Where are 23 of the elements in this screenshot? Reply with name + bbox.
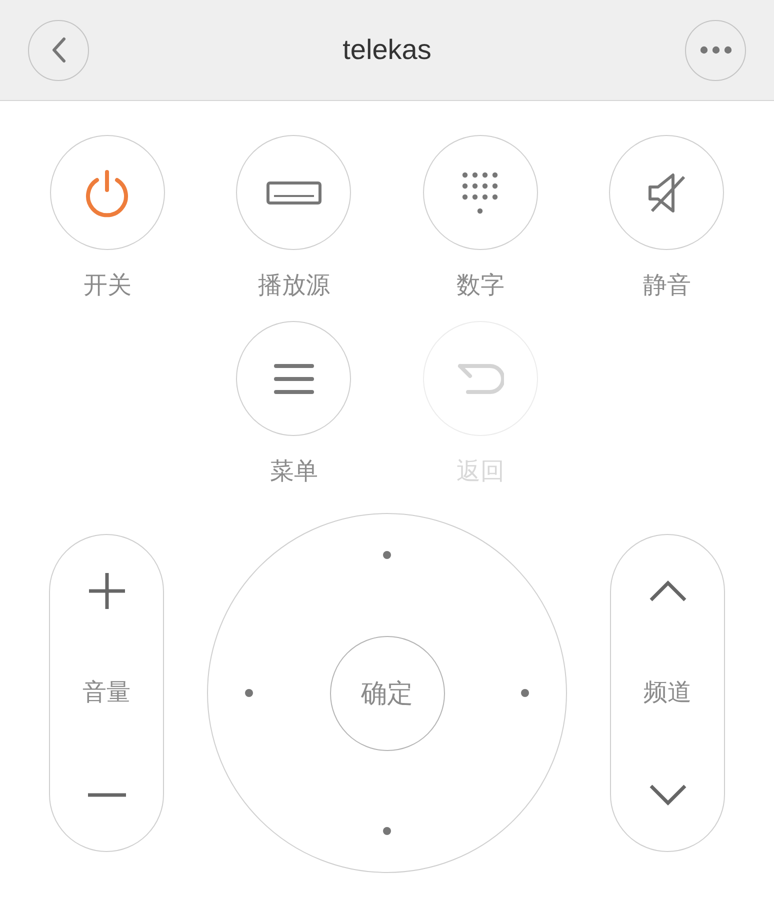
menu-icon	[274, 362, 314, 394]
more-icon	[700, 46, 732, 54]
rectangle-icon	[266, 180, 322, 204]
button-label: 菜单	[270, 457, 318, 487]
minus-icon	[88, 793, 126, 797]
channel-label: 频道	[644, 678, 692, 708]
button-label: 开关	[83, 271, 132, 301]
mute-icon	[646, 170, 688, 214]
window-title: telekas	[342, 33, 432, 67]
button-label: 静音	[642, 271, 691, 301]
dial-pad-icon	[461, 170, 500, 214]
return-icon	[456, 362, 504, 394]
chevron-up-icon	[648, 580, 686, 602]
volume-label: 音量	[82, 678, 130, 708]
volume-up-button[interactable]	[86, 571, 126, 611]
button-label: 播放源	[258, 271, 330, 301]
chevron-down-icon	[648, 784, 686, 806]
chevron-left-icon	[52, 37, 66, 63]
plus-icon	[88, 572, 126, 610]
back-button[interactable]	[28, 20, 89, 80]
button-label: 数字	[456, 271, 504, 301]
more-button[interactable]	[685, 20, 746, 80]
ok-button[interactable]: 确定	[330, 636, 444, 750]
